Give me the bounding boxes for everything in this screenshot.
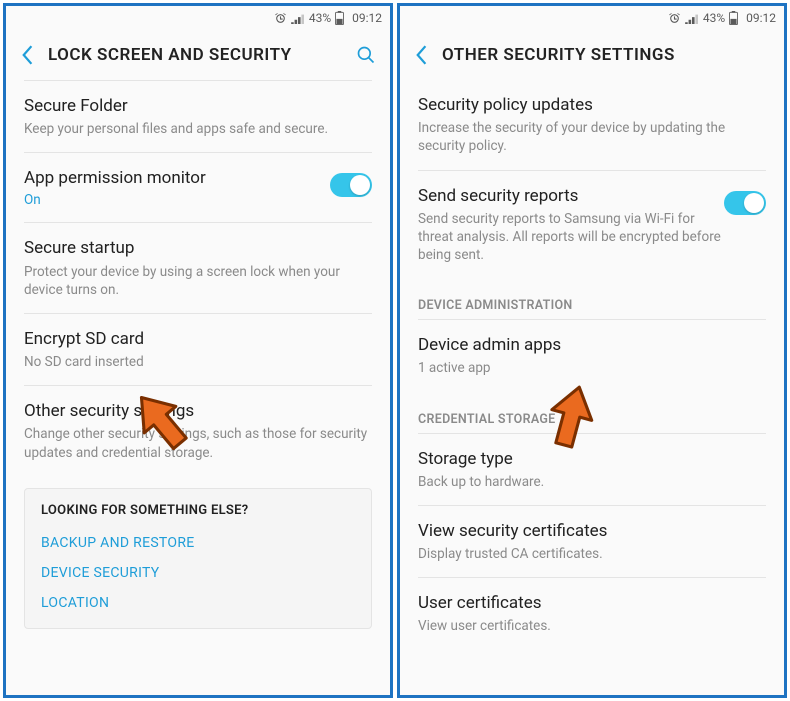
clock-time: 09:12 <box>352 11 382 25</box>
item-title: Device admin apps <box>418 334 766 356</box>
item-subtitle: 1 active app <box>418 359 766 377</box>
clock-time: 09:12 <box>746 11 776 25</box>
item-value: On <box>24 192 330 208</box>
item-user-certificates[interactable]: User certificates View user certificates… <box>418 578 766 639</box>
item-storage-type[interactable]: Storage type Back up to hardware. <box>418 434 766 505</box>
signal-icon <box>291 12 305 24</box>
status-bar: 43% 09:12 <box>400 6 784 30</box>
page-title: OTHER SECURITY SETTINGS <box>442 45 770 65</box>
back-icon[interactable] <box>20 44 34 66</box>
item-security-policy-updates[interactable]: Security policy updates Increase the sec… <box>418 80 766 170</box>
item-subtitle: Keep your personal files and apps safe a… <box>24 120 372 138</box>
item-subtitle: Send security reports to Samsung via Wi-… <box>418 210 724 265</box>
item-subtitle: Increase the security of your device by … <box>418 119 766 155</box>
section-device-administration: DEVICE ADMINISTRATION <box>418 278 766 320</box>
toggle-on[interactable] <box>330 173 372 197</box>
alarm-icon <box>274 12 287 25</box>
item-subtitle: Change other security settings, such as … <box>24 425 372 461</box>
page-title: LOCK SCREEN AND SECURITY <box>48 45 342 65</box>
alarm-icon <box>668 12 681 25</box>
item-title: User certificates <box>418 592 766 614</box>
back-icon[interactable] <box>414 44 428 66</box>
item-title: Other security settings <box>24 400 372 422</box>
header: LOCK SCREEN AND SECURITY <box>6 30 390 80</box>
item-app-permission-monitor[interactable]: App permission monitor On <box>24 153 372 222</box>
battery-icon <box>335 11 344 25</box>
section-credential-storage: CREDENTIAL STORAGE <box>418 392 766 434</box>
left-panel: 43% 09:12 LOCK SCREEN AND SECURITY Secur… <box>3 3 393 698</box>
item-device-admin-apps[interactable]: Device admin apps 1 active app <box>418 320 766 391</box>
item-title: View security certificates <box>418 520 766 542</box>
item-title: App permission monitor <box>24 167 330 189</box>
item-subtitle: Protect your device by using a screen lo… <box>24 263 372 299</box>
battery-percent: 43% <box>309 11 331 25</box>
right-panel: 43% 09:12 OTHER SECURITY SETTINGS Securi… <box>397 3 787 698</box>
item-subtitle: View user certificates. <box>418 617 766 635</box>
item-secure-startup[interactable]: Secure startup Protect your device by us… <box>24 223 372 313</box>
item-send-security-reports[interactable]: Send security reports Send security repo… <box>418 171 766 279</box>
item-subtitle: Display trusted CA certificates. <box>418 545 766 563</box>
battery-percent: 43% <box>703 11 725 25</box>
status-bar: 43% 09:12 <box>6 6 390 30</box>
item-secure-folder[interactable]: Secure Folder Keep your personal files a… <box>24 81 372 152</box>
item-title: Secure Folder <box>24 95 372 117</box>
item-encrypt-sd-card[interactable]: Encrypt SD card No SD card inserted <box>24 314 372 385</box>
footer-link-device-security[interactable]: DEVICE SECURITY <box>41 558 355 588</box>
item-subtitle: No SD card inserted <box>24 353 372 371</box>
footer-card: LOOKING FOR SOMETHING ELSE? BACKUP AND R… <box>24 488 372 629</box>
content: Secure Folder Keep your personal files a… <box>6 80 390 695</box>
item-subtitle: Back up to hardware. <box>418 473 766 491</box>
item-title: Storage type <box>418 448 766 470</box>
item-title: Encrypt SD card <box>24 328 372 350</box>
item-title: Security policy updates <box>418 94 766 116</box>
footer-title: LOOKING FOR SOMETHING ELSE? <box>41 503 355 518</box>
item-other-security-settings[interactable]: Other security settings Change other sec… <box>24 386 372 476</box>
item-title: Secure startup <box>24 237 372 259</box>
item-title: Send security reports <box>418 185 724 207</box>
content: Security policy updates Increase the sec… <box>400 80 784 695</box>
footer-link-location[interactable]: LOCATION <box>41 588 355 618</box>
header: OTHER SECURITY SETTINGS <box>400 30 784 80</box>
footer-link-backup[interactable]: BACKUP AND RESTORE <box>41 528 355 558</box>
toggle-on[interactable] <box>724 191 766 215</box>
item-view-security-certificates[interactable]: View security certificates Display trust… <box>418 506 766 577</box>
battery-icon <box>729 11 738 25</box>
signal-icon <box>685 12 699 24</box>
search-icon[interactable] <box>356 45 376 65</box>
